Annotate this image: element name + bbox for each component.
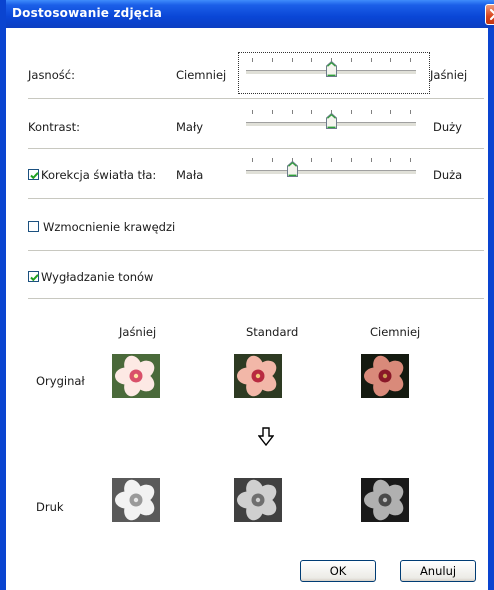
separator: [28, 148, 484, 149]
backlight-slider[interactable]: [246, 154, 416, 178]
backlight-max-label: Duża: [433, 168, 463, 182]
close-icon: [489, 8, 494, 21]
brightness-label: Jasność:: [28, 68, 75, 82]
contrast-slider-tick: [291, 110, 293, 114]
preview-col-brighter: Jaśniej: [119, 325, 157, 339]
separator: [28, 98, 484, 99]
contrast-max-label: Duży: [433, 120, 462, 134]
backlight-checkbox[interactable]: [28, 169, 39, 180]
preview-row-print: Druk: [36, 500, 64, 514]
backlight-label: Korekcja światła tła:: [41, 168, 157, 182]
original-brighter-image: [112, 354, 160, 398]
window-title: Dostosowanie zdjęcia: [12, 6, 163, 20]
contrast-slider-tick: [271, 110, 273, 114]
original-darker-image: [361, 354, 409, 398]
print-darker-image: [361, 478, 409, 522]
brightness-slider-tick: [252, 58, 253, 62]
contrast-slider-tick: [390, 110, 392, 114]
ok-button[interactable]: OK: [300, 560, 376, 582]
checkmark-icon: [30, 274, 39, 282]
brightness-slider-tick: [370, 58, 372, 62]
contrast-slider-tick: [350, 110, 352, 114]
backlight-slider-tick: [390, 158, 392, 162]
title-bar[interactable]: Dostosowanie zdjęcia: [6, 0, 494, 28]
cancel-button[interactable]: Anuluj: [400, 560, 476, 582]
brightness-slider[interactable]: [246, 54, 416, 78]
smoothing-label: Wygładzanie tonów: [41, 270, 154, 284]
checkmark-icon: [30, 172, 39, 180]
brightness-slider-tick: [291, 58, 293, 62]
smoothing-checkbox[interactable]: [28, 271, 39, 282]
preview-col-darker: Ciemniej: [370, 325, 421, 339]
backlight-slider-tick: [370, 158, 372, 162]
brightness-min-label: Ciemniej: [176, 68, 227, 82]
backlight-slider-tick: [410, 158, 411, 162]
close-button[interactable]: [485, 4, 494, 25]
brightness-slider-thumb[interactable]: [326, 61, 337, 77]
contrast-slider[interactable]: [246, 106, 416, 130]
backlight-slider-track[interactable]: [246, 170, 416, 175]
brightness-slider-tick: [271, 58, 273, 62]
preview-col-standard: Standard: [246, 325, 299, 339]
separator: [28, 250, 484, 251]
brightness-slider-tick: [311, 58, 313, 62]
contrast-min-label: Mały: [176, 120, 204, 134]
preview-row-original: Oryginał: [36, 374, 85, 388]
brightness-slider-tick: [390, 58, 392, 62]
print-standard-image: [234, 478, 282, 522]
contrast-slider-thumb[interactable]: [326, 113, 337, 129]
backlight-slider-tick: [271, 158, 273, 162]
backlight-min-label: Mała: [176, 168, 204, 182]
backlight-slider-tick: [331, 158, 332, 162]
backlight-slider-thumb[interactable]: [286, 161, 298, 177]
edge-checkbox[interactable]: [28, 221, 39, 232]
backlight-slider-tick: [252, 158, 253, 162]
arrow-down-icon: [258, 427, 274, 447]
contrast-slider-tick: [252, 110, 253, 114]
contrast-slider-tick: [370, 110, 372, 114]
contrast-label: Kontrast:: [28, 120, 80, 134]
contrast-slider-tick: [410, 110, 411, 114]
brightness-slider-tick: [410, 58, 411, 62]
contrast-slider-tick: [311, 110, 313, 114]
brightness-max-label: Jaśniej: [430, 68, 468, 82]
backlight-slider-tick: [350, 158, 352, 162]
dialog-client: Jasność: Ciemniej Jaśniej Kontrast: Mały…: [6, 28, 488, 590]
separator: [28, 298, 484, 299]
separator: [28, 198, 484, 199]
edge-label: Wzmocnienie krawędzi: [43, 220, 176, 234]
print-brighter-image: [112, 478, 160, 522]
backlight-slider-tick: [311, 158, 313, 162]
brightness-slider-tick: [350, 58, 352, 62]
original-standard-image: [234, 354, 282, 398]
